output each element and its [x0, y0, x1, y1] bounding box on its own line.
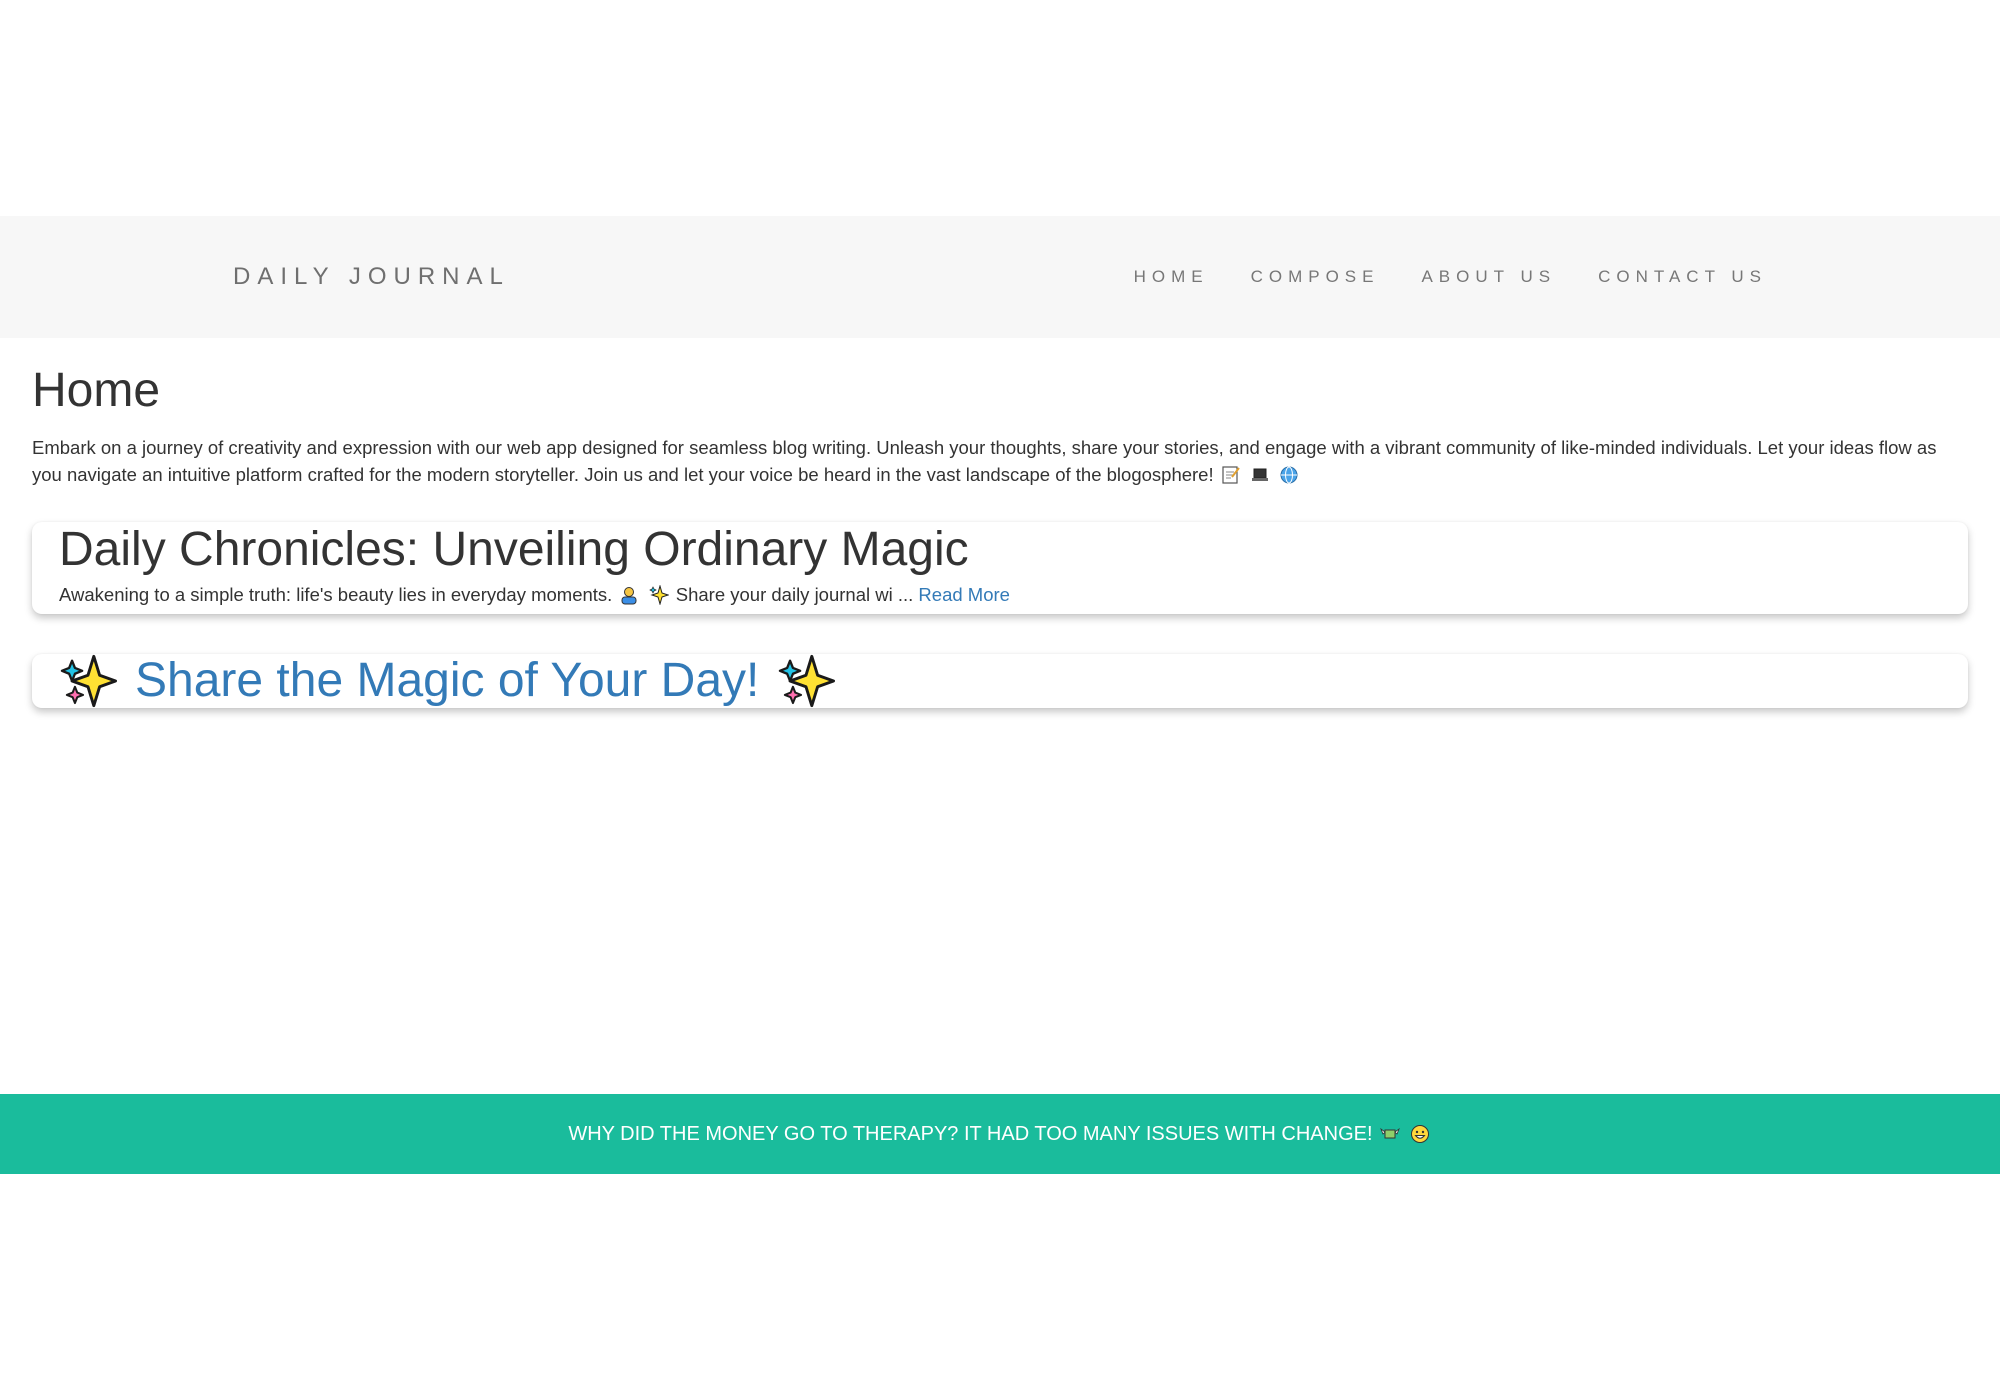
nav-link-home[interactable]: HOME [1134, 267, 1209, 287]
page-title: Home [32, 364, 161, 417]
post-excerpt-end: Share your daily journal wi ... [675, 583, 914, 605]
share-card: Share the Magic of Your Day! [32, 652, 1968, 710]
footer: WHY DID THE MONEY GO TO THERAPY? IT HAD … [0, 1094, 2000, 1174]
main-content: Home Embark on a journey of creativity a… [0, 362, 2000, 708]
nav-link-compose[interactable]: COMPOSE [1251, 267, 1380, 287]
footer-text: WHY DID THE MONEY GO TO THERAPY? IT HAD … [568, 1123, 1431, 1146]
nav-link-about-us[interactable]: ABOUT US [1421, 267, 1556, 287]
memo-icon [1222, 465, 1240, 484]
post-excerpt: Awakening to a simple truth: life's beau… [59, 582, 1941, 608]
post-title: Daily Chronicles: Unveiling Ordinary Mag… [59, 522, 969, 576]
nav-link-contact-us[interactable]: CONTACT US [1598, 267, 1767, 287]
sparkles-icon [648, 584, 669, 605]
laptop-icon [1251, 468, 1268, 481]
sparkles-icon [60, 654, 117, 707]
read-more-link[interactable]: Read More [918, 584, 1010, 605]
intro-text: Embark on a journey of creativity and ex… [32, 436, 1937, 485]
person-icon [621, 586, 637, 605]
sparkles-icon [779, 654, 836, 707]
nav-links: HOME COMPOSE ABOUT US CONTACT US [1134, 216, 1767, 338]
post-card: Daily Chronicles: Unveiling Ordinary Mag… [32, 521, 1968, 614]
brand-link[interactable]: DAILY JOURNAL [233, 216, 510, 338]
intro-paragraph: Embark on a journey of creativity and ex… [32, 434, 1968, 488]
post-excerpt-start: Awakening to a simple truth: life's beau… [59, 583, 613, 605]
globe-icon [1280, 466, 1298, 484]
top-spacer [0, 0, 2000, 216]
footer-joke: WHY DID THE MONEY GO TO THERAPY? IT HAD … [568, 1122, 1373, 1145]
share-label: Share the Magic of Your Day! [135, 653, 760, 707]
navbar: DAILY JOURNAL HOME COMPOSE ABOUT US CONT… [0, 216, 2000, 338]
share-link[interactable]: Share the Magic of Your Day! [59, 652, 836, 710]
money-wings-icon [1380, 1127, 1401, 1138]
grin-icon [1410, 1124, 1429, 1143]
